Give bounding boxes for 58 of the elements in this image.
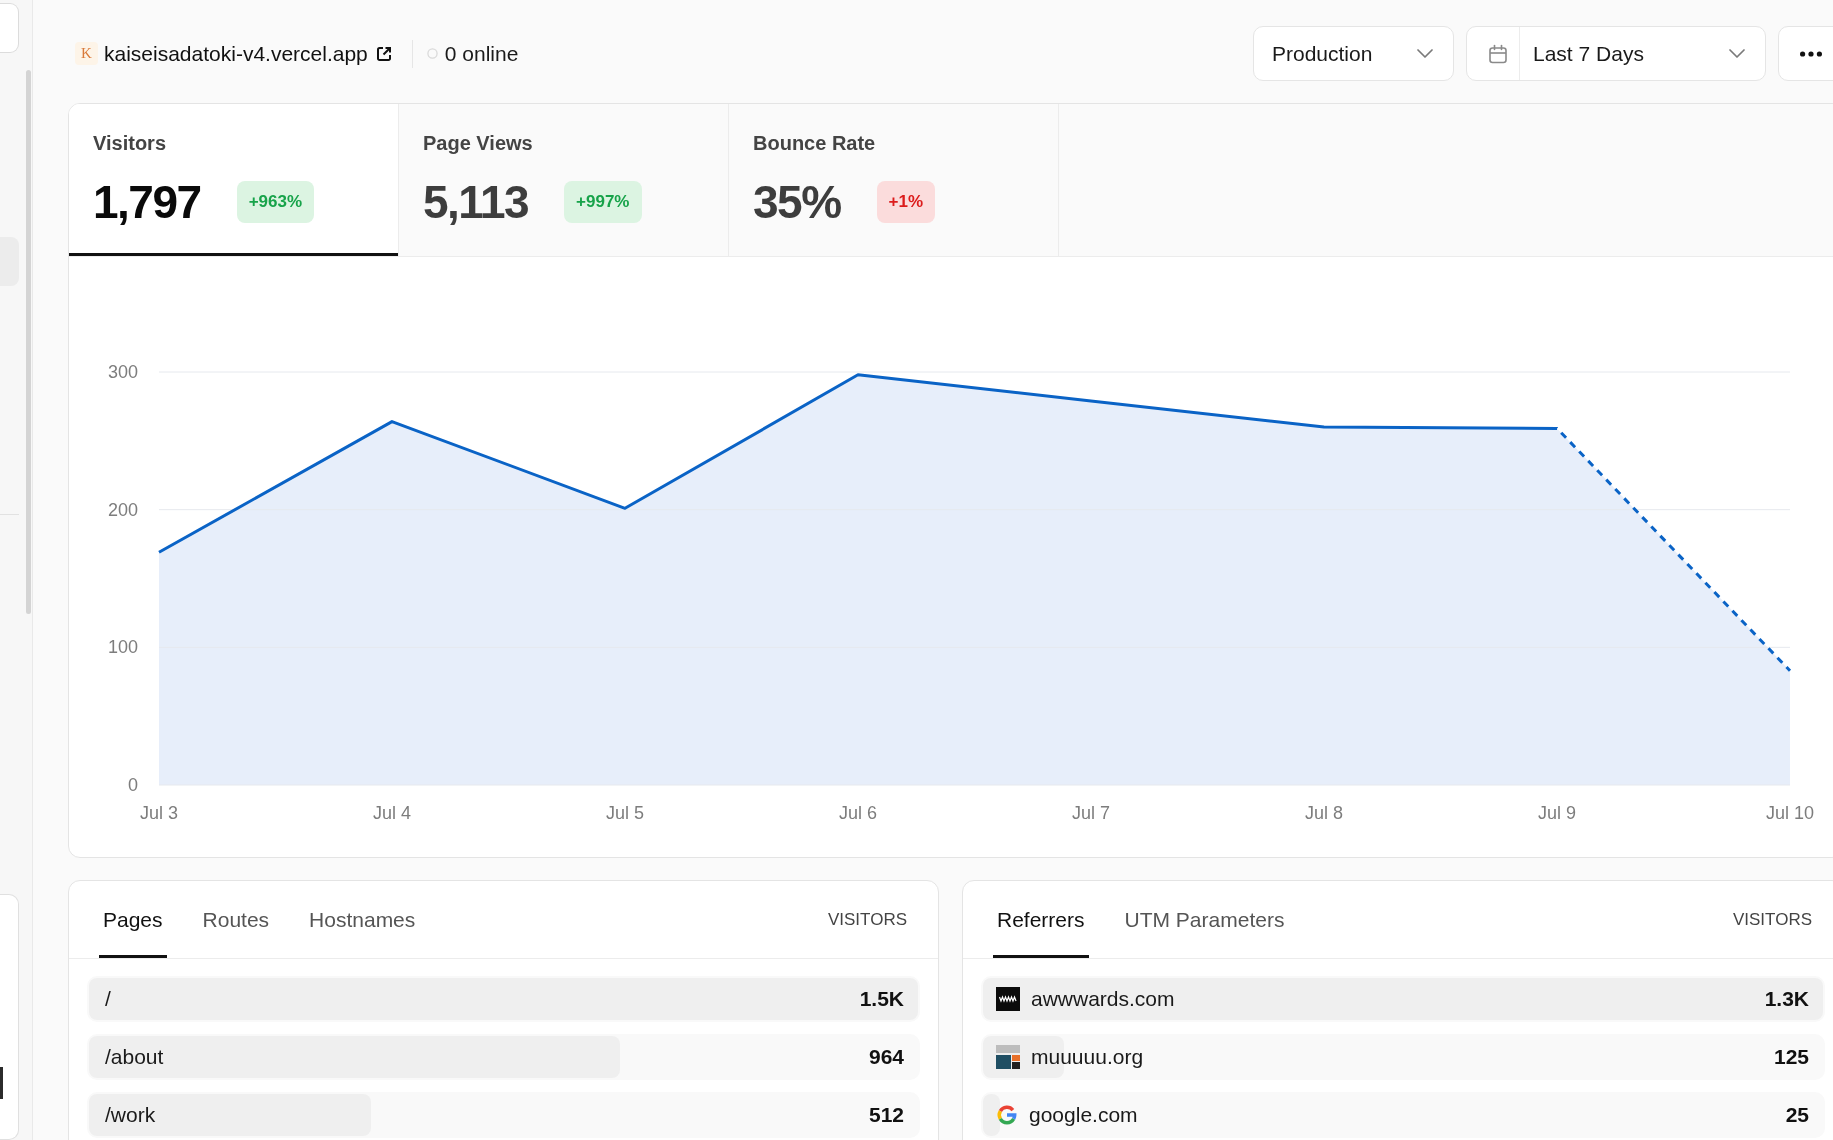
calendar-icon bbox=[1488, 43, 1508, 64]
axis-label: Jul 5 bbox=[606, 803, 644, 823]
scrollbar-thumb[interactable] bbox=[26, 70, 31, 614]
row-value: 1.3K bbox=[1764, 986, 1809, 1013]
row-label: / bbox=[105, 986, 111, 1013]
row-label: /about bbox=[105, 1044, 164, 1071]
site-favicon: K bbox=[75, 42, 98, 65]
axis-label: Jul 6 bbox=[839, 803, 877, 823]
sidebar-button[interactable] bbox=[0, 3, 19, 54]
date-range-dropdown[interactable]: Last 7 Days bbox=[1466, 26, 1766, 81]
panel-tab[interactable]: Pages bbox=[99, 881, 167, 958]
axis-label: 200 bbox=[107, 499, 138, 520]
axis-label: Jul 4 bbox=[373, 803, 411, 823]
more-icon bbox=[1800, 50, 1822, 57]
axis-label: 0 bbox=[128, 775, 138, 795]
row-label: muuuuu.org bbox=[1031, 1044, 1144, 1071]
row-label: awwwards.com bbox=[1031, 986, 1175, 1013]
colored-g-icon bbox=[996, 1104, 1018, 1126]
panel-tab[interactable]: Routes bbox=[198, 881, 274, 958]
metric-value: 1,797 bbox=[93, 175, 201, 230]
metric-label: Visitors bbox=[93, 131, 166, 155]
external-link-icon bbox=[375, 45, 392, 62]
metric-value: 35% bbox=[753, 175, 841, 230]
axis-label: Jul 10 bbox=[1766, 803, 1814, 823]
axis-label: Jul 3 bbox=[140, 803, 178, 823]
axis-label: 300 bbox=[107, 362, 138, 382]
metric-value: 5,113 bbox=[423, 175, 529, 230]
row-value: 25 bbox=[1785, 1102, 1809, 1129]
row-value: 964 bbox=[868, 1044, 904, 1071]
row-value: 1.5K bbox=[859, 986, 904, 1013]
row-label: google.com bbox=[1029, 1102, 1138, 1129]
panel-tab[interactable]: UTM Parameters bbox=[1120, 881, 1289, 958]
environment-dropdown[interactable]: Production bbox=[1253, 26, 1454, 81]
change-badge: +1% bbox=[876, 181, 936, 223]
column-header: VISITORS bbox=[1732, 908, 1812, 931]
sidebar-marker bbox=[0, 1067, 3, 1100]
row-label: /work bbox=[105, 1102, 156, 1129]
metric-tab[interactable]: Visitors 1,797 +963% bbox=[69, 104, 399, 256]
panel-tab[interactable]: Referrers bbox=[993, 881, 1089, 958]
chevron-down-icon bbox=[1417, 49, 1433, 58]
more-button[interactable] bbox=[1778, 26, 1833, 81]
axis-label: Jul 8 bbox=[1305, 803, 1343, 823]
change-badge: +963% bbox=[236, 181, 315, 223]
row-value: 125 bbox=[1773, 1044, 1809, 1071]
online-count: 0 online bbox=[444, 40, 519, 67]
change-badge: +997% bbox=[564, 181, 642, 223]
chevron-down-icon bbox=[1729, 49, 1745, 58]
panel-tab[interactable]: Hostnames bbox=[305, 881, 420, 958]
site-link[interactable]: kaiseisadatoki-v4.vercel.app bbox=[104, 37, 392, 70]
blocks-icon bbox=[996, 1045, 1020, 1069]
column-header: VISITORS bbox=[827, 908, 907, 931]
axis-label: Jul 9 bbox=[1538, 803, 1576, 823]
row-value: 512 bbox=[868, 1102, 904, 1129]
zigzag-tile-icon bbox=[996, 987, 1020, 1011]
metric-label: Page Views bbox=[423, 131, 533, 155]
metric-label: Bounce Rate bbox=[753, 131, 876, 155]
axis-label: 100 bbox=[107, 637, 138, 658]
axis-label: Jul 7 bbox=[1072, 803, 1110, 823]
